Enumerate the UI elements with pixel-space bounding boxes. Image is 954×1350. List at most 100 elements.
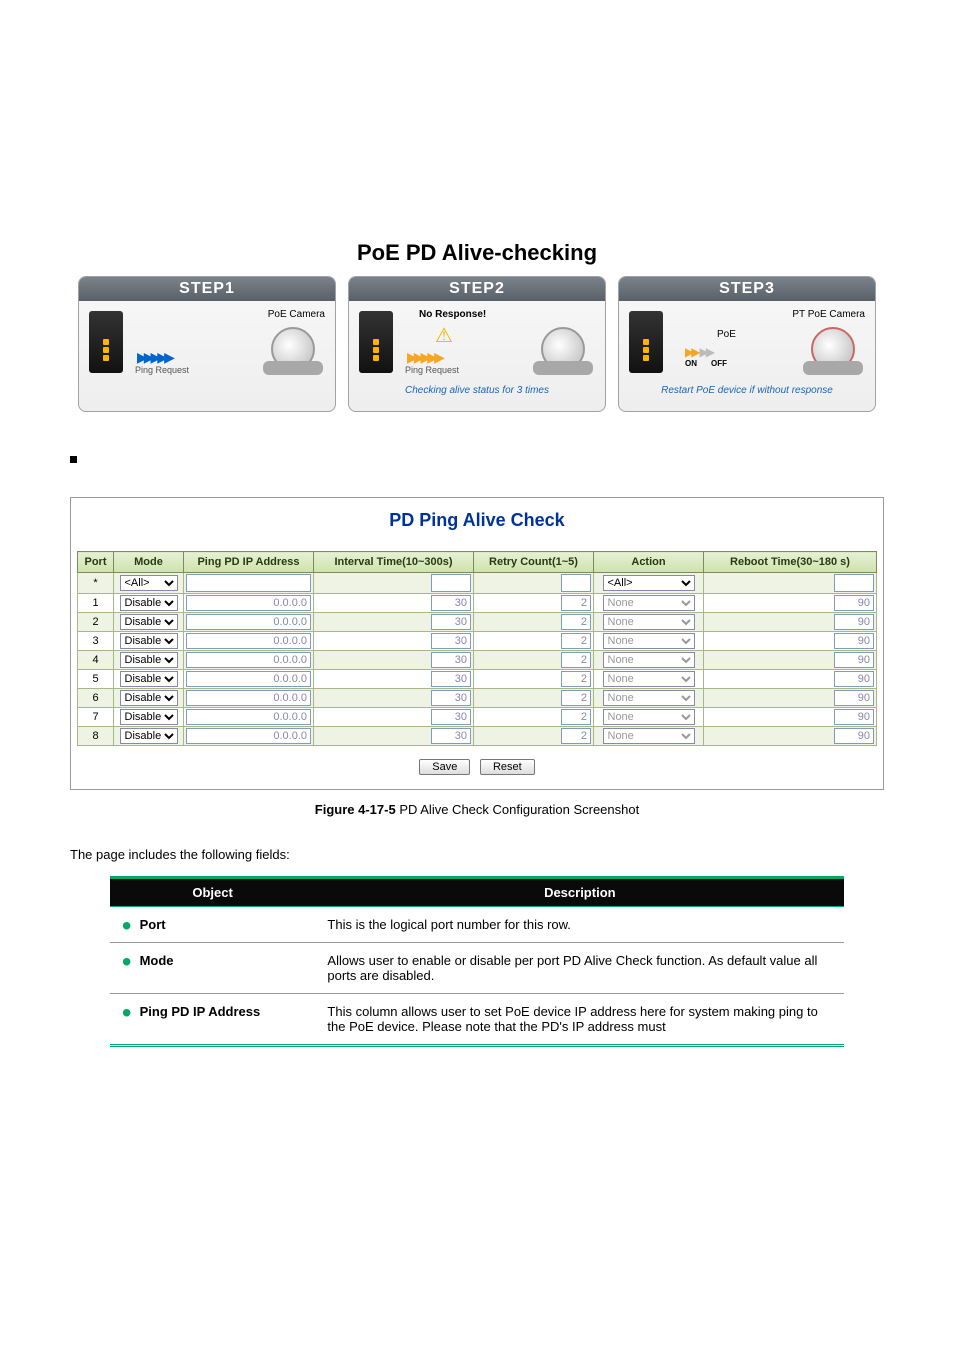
mode-select[interactable]: Disable <box>120 595 178 611</box>
retry-input[interactable] <box>561 595 591 611</box>
camera-base-icon <box>533 361 593 375</box>
arrows-on-icon: ▶▶ <box>685 345 697 359</box>
reboot-input[interactable] <box>834 595 874 611</box>
interval-input[interactable] <box>431 709 471 725</box>
step2-head: STEP2 <box>349 277 605 301</box>
obj-row: •Mode Allows user to enable or disable p… <box>110 943 844 994</box>
cell-port: 8 <box>78 727 114 746</box>
interval-input[interactable] <box>431 595 471 611</box>
retry-input[interactable] <box>561 633 591 649</box>
desc-line: The page includes the following fields: <box>70 847 884 862</box>
arrows-icon: ▶▶▶▶▶ <box>407 349 441 366</box>
mode-select[interactable]: Disable <box>120 633 178 649</box>
dot-icon: • <box>122 946 132 977</box>
figure-caption-prefix: Figure 4-17-5 <box>315 802 396 817</box>
mode-select[interactable]: Disable <box>120 614 178 630</box>
retry-input[interactable] <box>561 652 591 668</box>
retry-input[interactable] <box>561 728 591 744</box>
ip-input[interactable] <box>186 595 311 611</box>
step2-box: STEP2 No Response! ⚠ ▶▶▶▶▶ Ping Request … <box>348 276 606 412</box>
steps-row: STEP1 PoE Camera ▶▶▶▶▶ Ping Request STEP… <box>50 276 904 412</box>
retry-input[interactable] <box>561 614 591 630</box>
interval-input[interactable] <box>431 633 471 649</box>
interval-input[interactable] <box>431 671 471 687</box>
ip-input[interactable] <box>186 652 311 668</box>
cell-port: 2 <box>78 613 114 632</box>
switch-icon <box>89 311 123 373</box>
table-row: 2 Disable None <box>78 613 877 632</box>
bullet-icon <box>70 456 77 463</box>
mode-select[interactable]: <All> <box>120 575 178 591</box>
interval-input[interactable] <box>431 652 471 668</box>
step1-cam-label: PoE Camera <box>268 309 325 320</box>
reboot-input[interactable] <box>834 614 874 630</box>
obj-cell-desc: This column allows user to set PoE devic… <box>315 994 844 1046</box>
action-select[interactable]: None <box>603 652 695 668</box>
mode-select[interactable]: Disable <box>120 652 178 668</box>
reboot-input[interactable] <box>834 690 874 706</box>
obj-cell-desc: Allows user to enable or disable per por… <box>315 943 844 994</box>
ip-input[interactable] <box>186 574 311 592</box>
reboot-input[interactable] <box>834 574 874 592</box>
step3-head: STEP3 <box>619 277 875 301</box>
ip-input[interactable] <box>186 633 311 649</box>
obj-row: •Port This is the logical port number fo… <box>110 907 844 943</box>
reboot-input[interactable] <box>834 633 874 649</box>
mode-select[interactable]: Disable <box>120 709 178 725</box>
no-response-label: No Response! <box>419 309 486 320</box>
ip-input[interactable] <box>186 671 311 687</box>
retry-input[interactable] <box>561 690 591 706</box>
warning-icon: ⚠ <box>435 323 453 348</box>
action-select[interactable]: None <box>603 595 695 611</box>
table-row: 8 Disable None <box>78 727 877 746</box>
step2-caption: Checking alive status for 3 times <box>355 385 599 396</box>
cell-port: 6 <box>78 689 114 708</box>
retry-input[interactable] <box>561 574 591 592</box>
interval-input[interactable] <box>431 728 471 744</box>
config-panel: PD Ping Alive Check Port Mode Ping PD IP… <box>70 497 884 790</box>
col-retry: Retry Count(1~5) <box>474 552 594 573</box>
retry-input[interactable] <box>561 671 591 687</box>
action-select[interactable]: None <box>603 709 695 725</box>
switch-icon <box>629 311 663 373</box>
action-select[interactable]: <All> <box>603 575 695 591</box>
obj-cell-name: •Port <box>110 907 316 943</box>
mode-select[interactable]: Disable <box>120 728 178 744</box>
dot-icon: • <box>122 997 132 1028</box>
cell-port: 3 <box>78 632 114 651</box>
reboot-input[interactable] <box>834 709 874 725</box>
ip-input[interactable] <box>186 709 311 725</box>
reset-button[interactable]: Reset <box>480 759 535 775</box>
mode-select[interactable]: Disable <box>120 671 178 687</box>
table-row: 6 Disable None <box>78 689 877 708</box>
interval-input[interactable] <box>431 614 471 630</box>
action-select[interactable]: None <box>603 690 695 706</box>
on-label: ON <box>685 359 697 368</box>
action-select[interactable]: None <box>603 671 695 687</box>
obj-cell-name: •Mode <box>110 943 316 994</box>
action-select[interactable]: None <box>603 633 695 649</box>
ip-input[interactable] <box>186 614 311 630</box>
reboot-input[interactable] <box>834 652 874 668</box>
off-label: OFF <box>711 359 727 368</box>
action-select[interactable]: None <box>603 614 695 630</box>
reboot-input[interactable] <box>834 728 874 744</box>
table-row: 4 Disable None <box>78 651 877 670</box>
config-title: PD Ping Alive Check <box>77 510 877 531</box>
save-button[interactable]: Save <box>419 759 470 775</box>
step3-caption: Restart PoE device if without response <box>625 385 869 396</box>
interval-input[interactable] <box>431 690 471 706</box>
retry-input[interactable] <box>561 709 591 725</box>
col-ip: Ping PD IP Address <box>184 552 314 573</box>
arrows-off-icon: ▶▶ <box>699 345 711 359</box>
ip-input[interactable] <box>186 690 311 706</box>
step3-cam-label: PT PoE Camera <box>792 309 865 320</box>
cell-port: 4 <box>78 651 114 670</box>
reboot-input[interactable] <box>834 671 874 687</box>
cell-port: 1 <box>78 594 114 613</box>
interval-input[interactable] <box>431 574 471 592</box>
ip-input[interactable] <box>186 728 311 744</box>
action-select[interactable]: None <box>603 728 695 744</box>
mode-select[interactable]: Disable <box>120 690 178 706</box>
table-row: 7 Disable None <box>78 708 877 727</box>
